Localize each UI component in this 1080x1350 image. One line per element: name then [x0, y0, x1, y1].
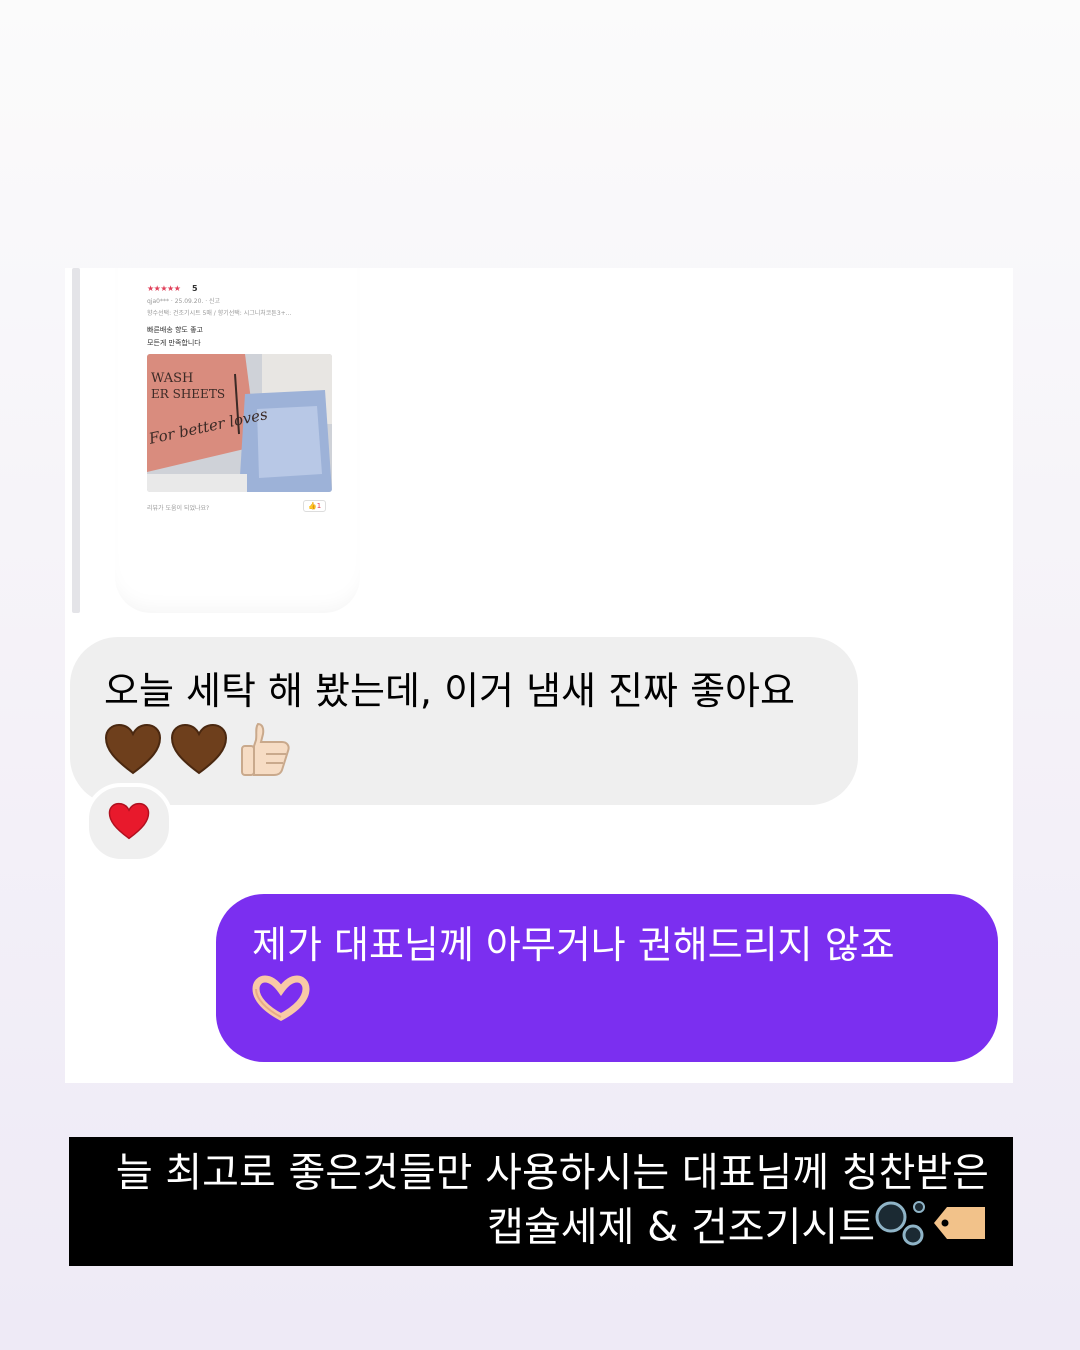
message-reaction[interactable] — [85, 783, 173, 863]
package-brand-line2: ER SHEETS — [151, 387, 225, 401]
caption-line-2: 캡슐세제 & 건조기시트 — [93, 1199, 989, 1260]
review-stars: ★★★★★ — [147, 284, 181, 293]
chat-panel: ★★★★★ 5 qja0*** · 25.09.20. · 신고 향수선택: 건… — [65, 268, 1013, 1083]
thumbs-up-icon — [236, 720, 294, 794]
review-option: 향수선택: 건조기시트 5매 / 향기선택: 시그니처코튼3+... — [147, 310, 292, 317]
outgoing-message-bubble[interactable]: 제가 대표님께 아무거나 권해드리지 않죠 — [216, 894, 998, 1062]
caption-line-2-text: 캡슐세제 & 건조기시트 — [487, 1204, 875, 1251]
incoming-message-bubble[interactable]: 오늘 세탁 해 봤는데, 이거 냄새 진짜 좋아요 — [70, 637, 858, 805]
review-like-count: 1 — [316, 502, 322, 510]
caption-line-1: 늘 최고로 좋은것들만 사용하시는 대표님께 칭찬받은 — [115, 1150, 989, 1196]
red-heart-icon — [108, 802, 150, 844]
review-like-button[interactable]: 👍1 — [303, 500, 327, 512]
review-body: 빠른배송 향도 좋고 모든게 만족합니다 — [147, 324, 203, 350]
caption-box: 늘 최고로 좋은것들만 사용하시는 대표님께 칭찬받은 캡슐세제 & 건조기시트 — [69, 1137, 1013, 1266]
review-meta: qja0*** · 25.09.20. · 신고 — [147, 298, 221, 305]
shared-review-screenshot[interactable]: ★★★★★ 5 qja0*** · 25.09.20. · 신고 향수선택: 건… — [115, 268, 360, 613]
bubbles-icon — [875, 1199, 931, 1260]
thumbs-up-icon: 👍 — [308, 502, 317, 510]
reply-indicator-bar — [72, 268, 80, 613]
outgoing-message-text: 제가 대표님께 아무거나 권해드리지 않죠 — [252, 923, 895, 967]
review-helpful-question: 리뷰가 도움이 되었나요? — [147, 505, 210, 512]
review-body-line: 빠른배송 향도 좋고 — [147, 326, 203, 334]
package-brand-line1: WASH — [151, 371, 193, 386]
review-body-line: 모든게 만족합니다 — [147, 339, 201, 347]
review-photo: WASH ER SHEETS For better loves — [147, 354, 332, 492]
heart-hands-icon — [252, 974, 310, 1037]
brown-heart-icon — [170, 723, 228, 791]
label-tag-icon — [931, 1203, 989, 1256]
review-photo-image: WASH ER SHEETS For better loves — [147, 354, 332, 492]
review-score: 5 — [192, 284, 198, 293]
incoming-message-text: 오늘 세탁 해 봤는데, 이거 냄새 진짜 좋아요 — [104, 669, 795, 713]
brown-heart-icon — [104, 723, 162, 791]
